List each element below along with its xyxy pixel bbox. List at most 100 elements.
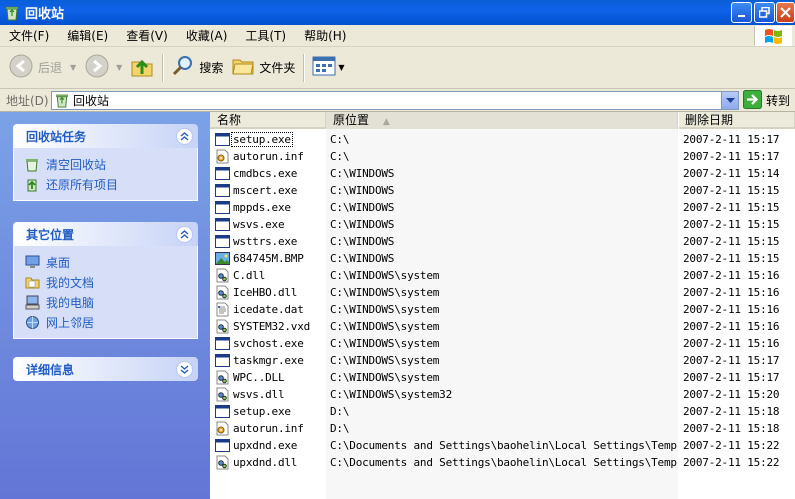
- file-row[interactable]: cmdbcs.exe C:\WINDOWS 2007-2-11 15:14: [210, 165, 795, 182]
- file-name-cell[interactable]: setup.exe: [210, 132, 326, 147]
- file-row[interactable]: wsttrs.exe C:\WINDOWS 2007-2-11 15:15: [210, 233, 795, 250]
- file-row[interactable]: 684745M.BMP C:\WINDOWS 2007-2-11 15:15: [210, 250, 795, 267]
- up-folder-button[interactable]: [126, 51, 158, 85]
- folders-label: 文件夹: [259, 61, 296, 75]
- views-button[interactable]: ▼: [308, 51, 348, 85]
- file-row[interactable]: svchost.exe C:\WINDOWS\system 2007-2-11 15…: [210, 335, 795, 352]
- empty-recycle-bin-label: 清空回收站: [46, 157, 107, 172]
- go-button[interactable]: 转到: [743, 89, 790, 110]
- restore-all-icon: [24, 176, 40, 192]
- file-name-cell[interactable]: setup.exe: [210, 404, 326, 419]
- details-panel: 详细信息: [13, 357, 198, 381]
- file-name-cell[interactable]: mppds.exe: [210, 200, 326, 215]
- column-header-name[interactable]: 名称: [210, 112, 326, 129]
- empty-recycle-bin-link[interactable]: 清空回收站: [24, 154, 197, 174]
- menu-bar: 文件(F) 编辑(E) 查看(V) 收藏(A) 工具(T) 帮助(H): [0, 25, 795, 47]
- folders-button[interactable]: 文件夹: [227, 51, 299, 85]
- expand-chevron-icon[interactable]: [176, 360, 193, 378]
- search-button[interactable]: 搜索: [167, 51, 227, 85]
- address-value: 回收站: [73, 94, 110, 108]
- file-name-cell[interactable]: svchost.exe: [210, 336, 326, 351]
- file-name-cell[interactable]: 684745M.BMP: [210, 251, 326, 266]
- file-row[interactable]: autorun.inf D:\ 2007-2-11 15:18: [210, 420, 795, 437]
- date-deleted-cell: 2007-2-11 15:22: [683, 456, 780, 469]
- column-header-original-location[interactable]: 原位置 ▲: [326, 112, 678, 129]
- file-name-cell[interactable]: icedate.dat: [210, 302, 326, 317]
- network-places-link[interactable]: 网上邻居: [24, 312, 197, 332]
- file-name: 684745M.BMP: [233, 252, 304, 265]
- my-documents-link[interactable]: 我的文档: [24, 272, 197, 292]
- file-row[interactable]: mscert.exe C:\WINDOWS 2007-2-11 15:15: [210, 182, 795, 199]
- file-row[interactable]: wsvs.exe C:\WINDOWS 2007-2-11 15:15: [210, 216, 795, 233]
- restore-all-link[interactable]: 还原所有项目: [24, 174, 197, 194]
- other-places-header[interactable]: 其它位置: [13, 222, 198, 246]
- forward-dropdown-icon[interactable]: ▼: [116, 63, 122, 72]
- date-deleted-cell: 2007-2-11 15:15: [683, 184, 780, 197]
- file-row[interactable]: upxdnd.dll C:\Documents and Settings\baoh…: [210, 454, 795, 471]
- file-list[interactable]: 名称 原位置 ▲ 删除日期 setup.exe C:\ 2007-2-11 15:1…: [210, 112, 795, 499]
- collapse-chevron-icon[interactable]: [176, 127, 193, 145]
- menu-favorites[interactable]: 收藏(A): [177, 26, 237, 46]
- original-location-cell: C:\WINDOWS\system: [330, 371, 440, 384]
- file-row[interactable]: SYSTEM32.vxd C:\WINDOWS\system 2007-2-11 1…: [210, 318, 795, 335]
- file-name-cell[interactable]: autorun.inf: [210, 149, 326, 164]
- file-name: IceHBO.dll: [233, 286, 298, 299]
- file-name-cell[interactable]: taskmgr.exe: [210, 353, 326, 368]
- file-name: setup.exe: [233, 405, 291, 418]
- dll-file-icon: [215, 285, 230, 300]
- column-original-label: 原位置: [333, 113, 370, 127]
- file-row[interactable]: setup.exe D:\ 2007-2-11 15:18: [210, 403, 795, 420]
- file-row[interactable]: autorun.inf C:\ 2007-2-11 15:17: [210, 148, 795, 165]
- menu-edit[interactable]: 编辑(E): [58, 26, 117, 46]
- my-computer-link[interactable]: 我的电脑: [24, 292, 197, 312]
- file-row[interactable]: IceHBO.dll C:\WINDOWS\system 2007-2-11 15:…: [210, 284, 795, 301]
- file-name-cell[interactable]: IceHBO.dll: [210, 285, 326, 300]
- minimize-button[interactable]: [731, 2, 752, 23]
- close-button[interactable]: [776, 2, 795, 23]
- file-rows: setup.exe C:\ 2007-2-11 15:17 autorun.inf C:…: [210, 131, 795, 471]
- menu-tools[interactable]: 工具(T): [236, 26, 295, 46]
- date-deleted-cell: 2007-2-11 15:16: [683, 286, 780, 299]
- file-name-cell[interactable]: wsvs.dll: [210, 387, 326, 402]
- collapse-chevron-icon[interactable]: [176, 225, 193, 243]
- menu-file[interactable]: 文件(F): [0, 26, 58, 46]
- menu-view[interactable]: 查看(V): [117, 26, 177, 46]
- original-location-cell: C:\WINDOWS\system: [330, 320, 440, 333]
- details-header[interactable]: 详细信息: [13, 357, 198, 381]
- file-name-cell[interactable]: C.dll: [210, 268, 326, 283]
- recycle-tasks-header[interactable]: 回收站任务: [13, 124, 198, 148]
- original-location-cell: C:\WINDOWS: [330, 252, 395, 265]
- file-name-cell[interactable]: wsttrs.exe: [210, 234, 326, 249]
- file-row[interactable]: mppds.exe C:\WINDOWS 2007-2-11 15:15: [210, 199, 795, 216]
- views-dropdown-icon[interactable]: ▼: [338, 63, 344, 72]
- toolbar-separator: [303, 53, 305, 82]
- restore-button[interactable]: [754, 2, 775, 23]
- date-deleted-cell: 2007-2-11 15:18: [683, 405, 780, 418]
- views-icon: [312, 55, 336, 80]
- file-row[interactable]: WPC..DLL C:\WINDOWS\system 2007-2-11 15:17: [210, 369, 795, 386]
- file-row[interactable]: C.dll C:\WINDOWS\system 2007-2-11 15:16: [210, 267, 795, 284]
- file-name-cell[interactable]: mscert.exe: [210, 183, 326, 198]
- address-dropdown-button[interactable]: [721, 92, 738, 109]
- forward-button[interactable]: ▼: [80, 51, 126, 85]
- address-input[interactable]: 回收站: [51, 91, 739, 110]
- file-name-cell[interactable]: upxdnd.dll: [210, 455, 326, 470]
- date-deleted-cell: 2007-2-11 15:20: [683, 388, 780, 401]
- file-row[interactable]: icedate.dat C:\WINDOWS\system 2007-2-11 15…: [210, 301, 795, 318]
- file-name-cell[interactable]: upxdnd.exe: [210, 438, 326, 453]
- file-name-cell[interactable]: WPC..DLL: [210, 370, 326, 385]
- title-bar[interactable]: 回收站: [0, 0, 795, 25]
- file-name-cell[interactable]: SYSTEM32.vxd: [210, 319, 326, 334]
- back-dropdown-icon[interactable]: ▼: [70, 63, 76, 72]
- column-header-date-deleted[interactable]: 删除日期: [678, 112, 795, 129]
- back-button[interactable]: 后退 ▼: [4, 51, 80, 85]
- file-name-cell[interactable]: autorun.inf: [210, 421, 326, 436]
- file-row[interactable]: wsvs.dll C:\WINDOWS\system32 2007-2-11 15:…: [210, 386, 795, 403]
- file-row[interactable]: upxdnd.exe C:\Documents and Settings\baoh…: [210, 437, 795, 454]
- file-row[interactable]: setup.exe C:\ 2007-2-11 15:17: [210, 131, 795, 148]
- desktop-link[interactable]: 桌面: [24, 252, 197, 272]
- file-row[interactable]: taskmgr.exe C:\WINDOWS\system 2007-2-11 15…: [210, 352, 795, 369]
- menu-help[interactable]: 帮助(H): [295, 26, 355, 46]
- file-name-cell[interactable]: wsvs.exe: [210, 217, 326, 232]
- file-name-cell[interactable]: cmdbcs.exe: [210, 166, 326, 181]
